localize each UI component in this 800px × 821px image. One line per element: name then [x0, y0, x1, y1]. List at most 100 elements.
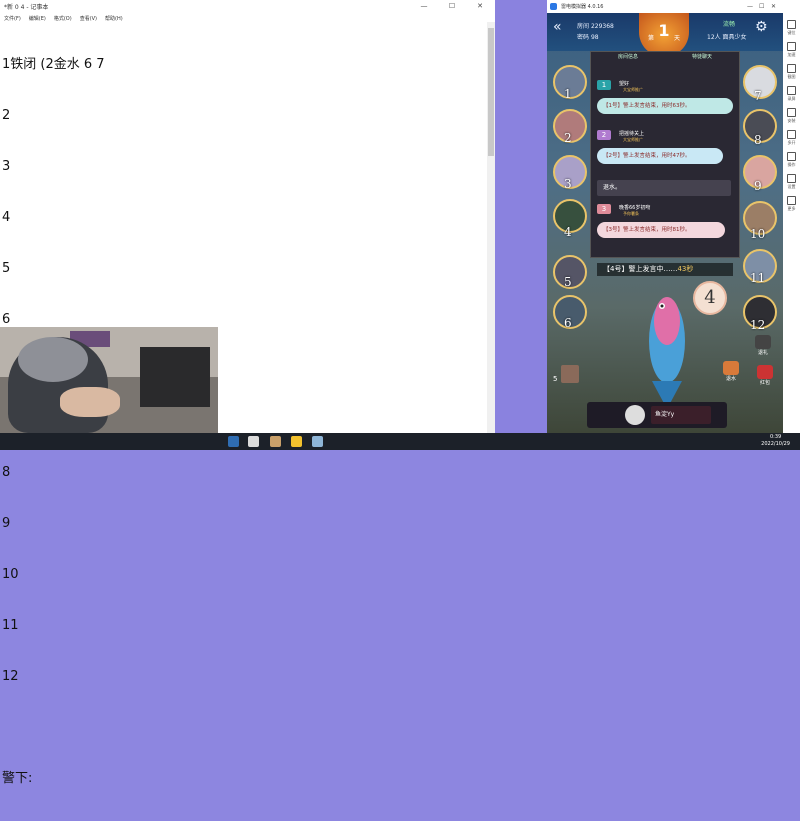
player-count-badge: 5: [553, 375, 558, 383]
emulator-title: 雷电模拟器 4.0.16: [561, 4, 604, 10]
player-number: 7: [754, 89, 762, 103]
scrollbar-thumb[interactable]: [488, 28, 494, 156]
player-number: 5: [564, 275, 572, 289]
clock-date: 2022/10/29: [761, 441, 790, 447]
text-line: 12: [2, 669, 19, 684]
player-tag: 2: [597, 130, 611, 140]
chat-message: 1 望好 大宝师推广 【1号】警上发言结束，用时63秒。: [595, 80, 733, 120]
windows-taskbar: 0:39 2022/10/29: [0, 433, 800, 450]
text-line: 4: [2, 210, 11, 225]
settings-gear-icon[interactable]: ⚙: [755, 19, 768, 35]
tab-chat[interactable]: 特徒聊天: [665, 52, 739, 63]
connection-status: 流畅: [723, 21, 736, 28]
bottom-avatar[interactable]: [625, 405, 645, 425]
text-line: 11: [2, 618, 19, 633]
player-thumb[interactable]: [561, 365, 579, 383]
player-number: 9: [754, 179, 762, 193]
day-number: 1: [658, 21, 670, 40]
emulator-sidebar: 键位 加速 截图 录屏 安装 多开 操作 设置 更多: [783, 0, 800, 433]
operation-icon: [787, 152, 796, 161]
system-bubble: 【1号】警上发言结束，用时63秒。: [597, 98, 733, 114]
system-clock[interactable]: 0:39 2022/10/29: [761, 434, 790, 448]
player-number: 4: [564, 225, 572, 239]
gear-icon: [787, 174, 796, 183]
game-screen: « 房间 229368 密码 98 流畅 12人 面具少女 ⚙ 第 1 天 房间…: [547, 13, 783, 433]
fish-character: [649, 297, 685, 409]
chat-tabs: 房间信息 特徒聊天: [591, 52, 739, 63]
multi-instance-icon: [787, 130, 796, 139]
sidebar-screenshot[interactable]: 截图: [783, 64, 800, 80]
speech-timer: 43秒: [677, 265, 694, 273]
app-icon-1[interactable]: [248, 436, 259, 447]
emu-close-button[interactable]: ✕: [771, 0, 776, 13]
emulator-logo-icon: [550, 3, 557, 10]
app-icon-2[interactable]: [270, 436, 281, 447]
back-arrow-icon[interactable]: «: [553, 19, 562, 35]
menu-view[interactable]: 查看(V): [80, 15, 97, 22]
sidebar-multi[interactable]: 多开: [783, 130, 800, 146]
chat-message: 退水。: [595, 180, 733, 200]
record-icon: [787, 86, 796, 95]
install-icon: [787, 108, 796, 117]
webcam-hands: [60, 387, 120, 417]
speaker-number-badge: 4: [693, 281, 727, 315]
sidebar-record[interactable]: 录屏: [783, 86, 800, 102]
player-number: 1: [564, 87, 572, 101]
speed-icon: [787, 42, 796, 51]
tab-room-info[interactable]: 房间信息: [591, 52, 665, 63]
menu-format[interactable]: 格式(O): [54, 15, 72, 22]
player-number: 12: [750, 318, 766, 332]
text-line: [2, 719, 105, 736]
sidebar-more[interactable]: 更多: [783, 196, 800, 212]
player-number: 3: [564, 177, 572, 191]
sidebar-keymap[interactable]: 键位: [783, 20, 800, 36]
steam-icon[interactable]: [228, 436, 239, 447]
emu-maximize-button[interactable]: ☐: [759, 0, 764, 13]
text-line: 1铁闭 (2金水 6 7: [2, 57, 105, 72]
text-line: 10: [2, 567, 19, 582]
player-number: 2: [564, 131, 572, 145]
menu-edit[interactable]: 编辑(E): [29, 15, 46, 22]
chat-bubble: 退水。: [597, 180, 731, 196]
minimize-button[interactable]: —: [410, 0, 438, 13]
menu-help[interactable]: 帮助(H): [105, 15, 123, 22]
text-line: 3: [2, 159, 11, 174]
player-number: 11: [750, 271, 766, 285]
more-icon: [787, 196, 796, 205]
menu-file[interactable]: 文件(F): [4, 15, 21, 22]
retreat-button[interactable]: 退水: [723, 361, 739, 382]
sidebar-install[interactable]: 安装: [783, 108, 800, 124]
clock-time: 0:39: [769, 434, 782, 440]
screenshot-icon: [787, 64, 796, 73]
reward-button[interactable]: 退礼: [755, 335, 771, 356]
bottom-player-name: 鱼淀Yy: [651, 406, 711, 424]
close-button[interactable]: ✕: [466, 0, 494, 13]
notepad-taskbar-icon[interactable]: [312, 436, 323, 447]
game-mode: 12人 面具少女: [707, 34, 747, 41]
vertical-scrollbar[interactable]: [487, 22, 495, 433]
maximize-button[interactable]: ☐: [438, 0, 466, 13]
player-tag: 3: [597, 204, 611, 214]
sidebar-speed[interactable]: 加速: [783, 42, 800, 58]
speech-status-bar: 【4号】警上发言中……43秒: [597, 263, 733, 276]
emulator-titlebar: 雷电模拟器 4.0.16 — ☐ ✕: [547, 0, 783, 13]
bottom-player-bar: 鱼淀Yy: [587, 402, 727, 428]
webcam-chair: [140, 347, 210, 407]
system-bubble: 【3号】警上发言结束，用时81秒。: [597, 222, 725, 238]
notepad-title: *新 0 4 - 记事本: [4, 4, 49, 11]
chat-message: 2 把摇待关上 大宝师推广 【2号】警上发言结束，用时47秒。: [595, 130, 733, 170]
webcam-hair: [18, 337, 88, 382]
text-line: 警下:: [2, 771, 33, 786]
sidebar-settings[interactable]: 设置: [783, 174, 800, 190]
sidebar-operation[interactable]: 操作: [783, 152, 800, 168]
gift-button[interactable]: 红包: [757, 365, 773, 386]
emulator-taskbar-icon[interactable]: [291, 436, 302, 447]
room-label: 房间 229368: [577, 23, 614, 30]
emu-minimize-button[interactable]: —: [747, 0, 753, 13]
keyboard-icon: [787, 20, 796, 29]
text-line: 2: [2, 108, 11, 123]
emulator-window: 雷电模拟器 4.0.16 — ☐ ✕ « 房间 229368 密码 98 流畅 …: [547, 0, 783, 433]
text-line: 9: [2, 516, 11, 531]
notepad-titlebar: *新 0 4 - 记事本 — ☐ ✕: [0, 0, 495, 13]
system-bubble: 【2号】警上发言结束，用时47秒。: [597, 148, 723, 164]
